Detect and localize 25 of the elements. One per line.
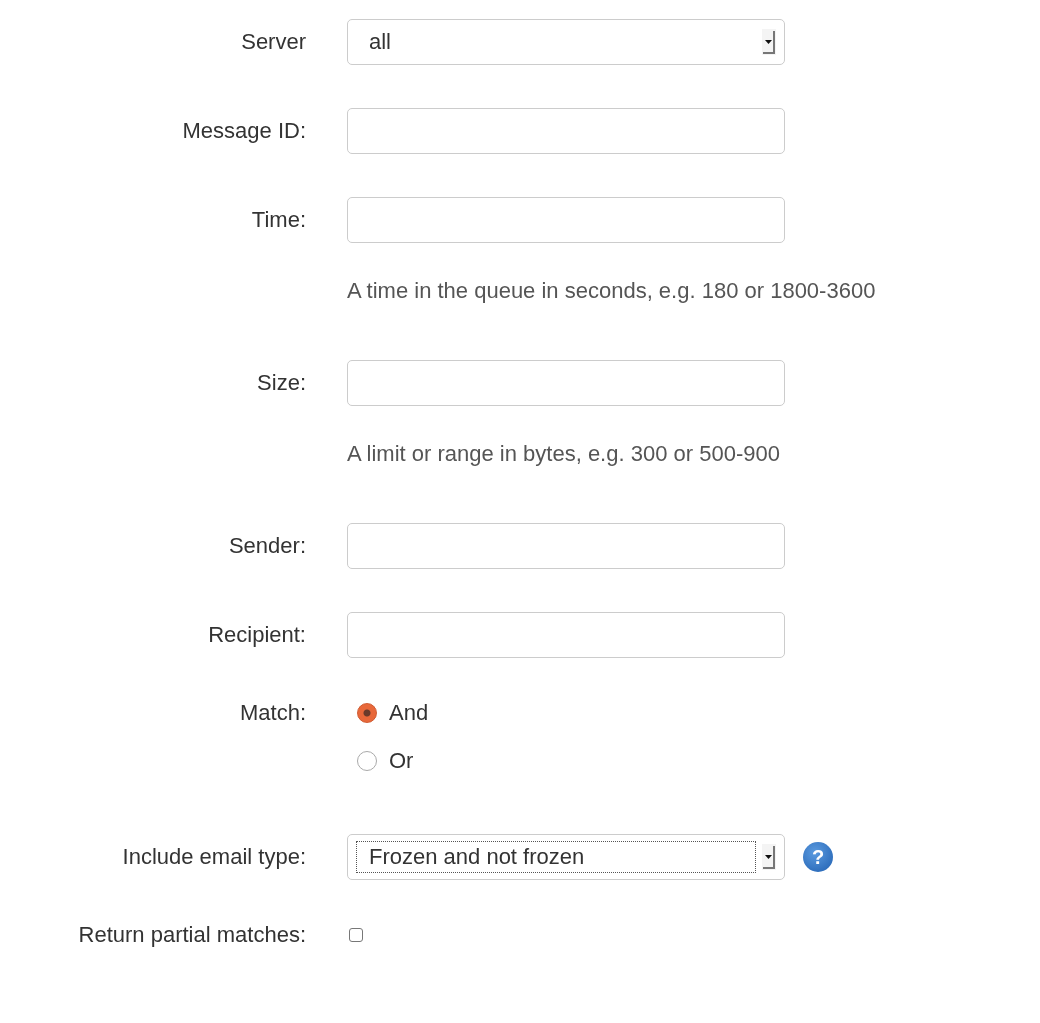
radio-button[interactable] <box>357 703 377 723</box>
help-text: A time in the queue in seconds, e.g. 180 or 1800-3600 <box>347 279 877 303</box>
field-label: Recipient: <box>207 621 306 649</box>
radio-label: And <box>389 701 429 725</box>
radio-label: Or <box>389 749 414 773</box>
field-label: Include email type: <box>121 843 306 871</box>
dropdown[interactable]: Frozen and not frozen <box>347 834 785 880</box>
input-field[interactable] <box>347 360 785 406</box>
field-label: Server <box>240 28 306 56</box>
field-label: Time: <box>250 206 306 234</box>
input-field[interactable] <box>347 523 785 569</box>
field-label: Match: <box>238 701 306 725</box>
caret-icon <box>762 29 776 55</box>
field-label: Size: <box>256 369 306 397</box>
input-field[interactable] <box>347 612 785 658</box>
input-field[interactable] <box>347 197 785 243</box>
input-field[interactable] <box>347 108 785 154</box>
checkbox[interactable] <box>349 928 363 942</box>
help-text: A limit or range in bytes, e.g. 300 or 500-900 <box>347 442 781 466</box>
caret-icon <box>762 844 776 870</box>
field-label: Message ID: <box>181 117 306 145</box>
radio-button[interactable] <box>357 751 377 771</box>
dropdown[interactable]: all <box>347 19 785 65</box>
field-label: Return partial matches: <box>77 923 306 947</box>
field-label: Sender: <box>227 532 306 560</box>
